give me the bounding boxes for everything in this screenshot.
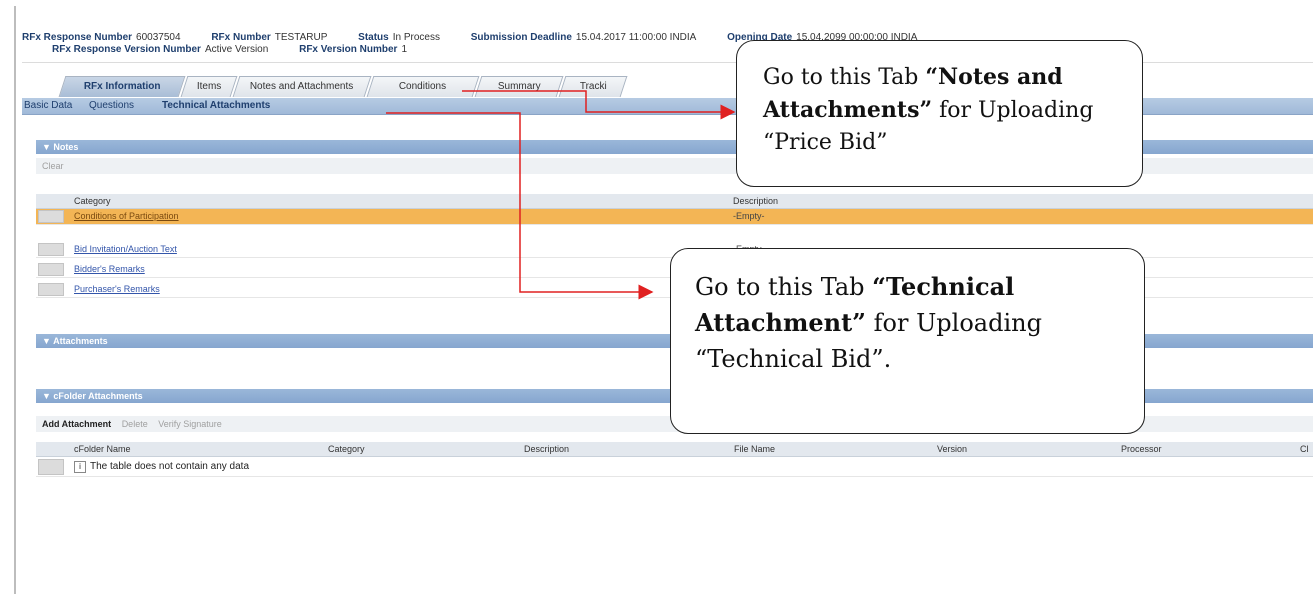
callout-technical-attachment: Go to this Tab “Technical Attachment” fo… [670,248,1145,434]
callout-notes-and-attachments: Go to this Tab “Notes and Attachments” f… [736,40,1143,187]
arrow-to-notes-callout [462,90,736,120]
arrow-to-technical-callout [386,112,654,300]
